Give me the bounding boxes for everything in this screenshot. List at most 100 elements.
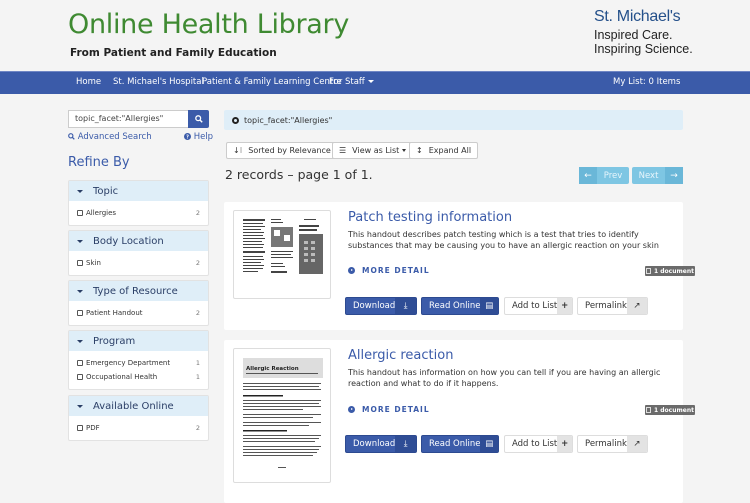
result-title[interactable]: Patch testing information — [348, 210, 512, 225]
more-detail-label: MORE DETAIL — [362, 266, 430, 275]
checkbox[interactable] — [77, 360, 83, 366]
logo-tagline-2: Inspiring Science. — [594, 42, 693, 56]
facet-option[interactable]: Allergies 2 — [69, 206, 208, 220]
search-input[interactable]: topic_facet:"Allergies" — [68, 110, 189, 128]
document-count-label: 1 document — [654, 406, 694, 414]
facet-option[interactable]: Occupational Health 1 — [69, 370, 208, 384]
facet-topic: Topic Allergies 2 — [68, 180, 209, 226]
main-navbar: Home St. Michael's Hospital Patient & Fa… — [0, 71, 750, 94]
checkbox[interactable] — [77, 310, 83, 316]
facet-header[interactable]: Topic — [69, 181, 208, 201]
sort-label: Sorted by Relevance — [248, 146, 331, 155]
download-label: Download — [353, 301, 396, 311]
facet-title: Body Location — [93, 235, 164, 247]
facet-header[interactable]: Available Online — [69, 396, 208, 416]
read-online-label: Read Online — [429, 439, 481, 449]
prev-label: Prev — [603, 170, 623, 181]
facet-option[interactable]: PDF 2 — [69, 421, 208, 435]
remove-filter-icon[interactable] — [232, 116, 239, 124]
permalink-button[interactable]: Permalink ↗ — [577, 435, 648, 453]
download-button[interactable]: Download ⤓ — [345, 297, 417, 315]
expand-icon: ↕ — [416, 146, 423, 155]
st-michaels-logo[interactable]: St. Michael's Inspired Care. Inspiring S… — [594, 8, 693, 56]
facet-option-count: 2 — [195, 424, 200, 432]
facet-title: Program — [93, 335, 136, 347]
facet-option[interactable]: Skin 2 — [69, 256, 208, 270]
nav-home[interactable]: Home — [76, 77, 101, 87]
facet-header[interactable]: Program — [69, 331, 208, 351]
expand-all-button[interactable]: ↕ Expand All — [409, 142, 479, 159]
prev-button[interactable]: ← Prev — [579, 167, 629, 184]
facet-option-count: 2 — [195, 309, 200, 317]
facet-title: Available Online — [93, 400, 174, 412]
caret-down-icon — [77, 239, 83, 243]
result-card: Patch testing information This handout d… — [224, 202, 695, 330]
chevron-circle-right-icon — [348, 267, 355, 274]
site-header: Online Health Library From Patient and F… — [0, 0, 750, 72]
expand-all-label: Expand All — [428, 146, 472, 155]
active-filter-bar: topic_facet:"Allergies" — [224, 110, 683, 130]
read-online-button[interactable]: Read Online ▤ — [421, 435, 499, 453]
permalink-button[interactable]: Permalink ↗ — [577, 297, 648, 315]
logo-tagline-1: Inspired Care. — [594, 28, 673, 42]
download-button[interactable]: Download ⤓ — [345, 435, 417, 453]
nav-for-staff[interactable]: For Staff — [329, 77, 374, 87]
document-thumbnail[interactable]: Allergic Reaction — [233, 348, 331, 483]
read-online-label: Read Online — [429, 301, 481, 311]
facet-option-count: 1 — [195, 373, 200, 381]
caret-down-icon — [77, 404, 83, 408]
add-to-list-label: Add to List — [512, 439, 558, 449]
checkbox[interactable] — [77, 210, 83, 216]
chevron-down-icon — [402, 149, 407, 152]
sort-dropdown[interactable]: ↓⁝ Sorted by Relevance — [226, 142, 345, 159]
chevron-down-icon — [367, 80, 374, 83]
facet-option[interactable]: Patient Handout 2 — [69, 306, 208, 320]
search-button[interactable] — [188, 110, 209, 128]
thumbnail-image — [243, 219, 323, 274]
next-button[interactable]: Next → — [632, 167, 683, 184]
add-to-list-label: Add to List — [512, 301, 558, 311]
read-online-button[interactable]: Read Online ▤ — [421, 297, 499, 315]
svg-text:?: ? — [186, 135, 189, 140]
view-label: View as List — [352, 146, 400, 155]
chevron-circle-right-icon — [348, 406, 355, 413]
nav-patient-family-learning-centre[interactable]: Patient & Family Learning Centre — [202, 77, 342, 87]
more-detail-link[interactable]: MORE DETAIL — [348, 405, 430, 414]
facet-type-of-resource: Type of Resource Patient Handout 2 — [68, 280, 209, 326]
my-list-link[interactable]: My List: 0 Items — [613, 77, 680, 87]
logo-name: St. Michael's — [594, 8, 681, 25]
checkbox[interactable] — [77, 260, 83, 266]
result-title[interactable]: Allergic reaction — [348, 348, 453, 363]
facet-option-label: Patient Handout — [86, 309, 143, 317]
document-thumbnail[interactable] — [233, 210, 331, 299]
facet-option-label: Skin — [86, 259, 101, 267]
facet-header[interactable]: Type of Resource — [69, 281, 208, 301]
facet-option-label: Occupational Health — [86, 373, 158, 381]
site-subtitle: From Patient and Family Education — [70, 47, 277, 59]
download-label: Download — [353, 439, 396, 449]
advanced-search-link[interactable]: Advanced Search — [68, 132, 152, 142]
document-count-badge: 1 document — [645, 405, 695, 415]
help-link[interactable]: ? Help — [184, 132, 213, 142]
checkbox[interactable] — [77, 374, 83, 380]
site-title[interactable]: Online Health Library — [68, 9, 349, 40]
add-to-list-button[interactable]: Add to List + — [504, 297, 573, 315]
records-summary: 2 records – page 1 of 1. — [225, 167, 373, 182]
add-to-list-button[interactable]: Add to List + — [504, 435, 573, 453]
facet-header[interactable]: Body Location — [69, 231, 208, 251]
view-dropdown[interactable]: ☰ View as List — [332, 142, 414, 159]
nav-for-staff-label: For Staff — [329, 77, 365, 87]
more-detail-link[interactable]: MORE DETAIL — [348, 266, 430, 275]
document-count-badge: 1 document — [645, 266, 695, 276]
arrow-right-icon: → — [665, 167, 683, 184]
caret-down-icon — [77, 189, 83, 193]
facet-option[interactable]: Emergency Department 1 — [69, 356, 208, 370]
plus-icon: + — [557, 298, 572, 314]
checkbox[interactable] — [77, 425, 83, 431]
nav-st-michaels-hospital[interactable]: St. Michael's Hospital — [113, 77, 204, 87]
next-label: Next — [638, 170, 659, 181]
facet-option-count: 1 — [195, 359, 200, 367]
question-circle-icon: ? — [184, 133, 191, 141]
facet-option-label: Allergies — [86, 209, 117, 217]
arrow-left-icon: ← — [579, 167, 597, 184]
